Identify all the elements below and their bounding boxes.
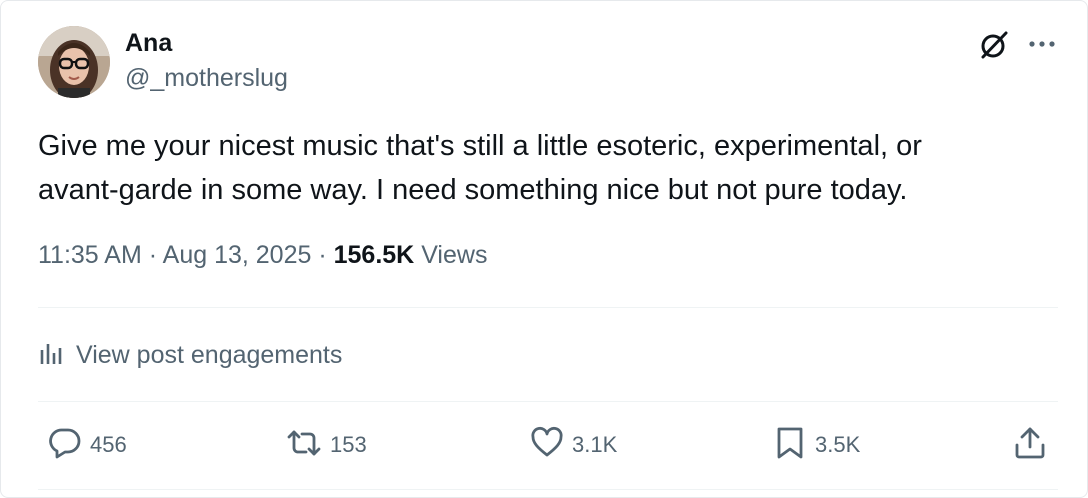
view-engagements-label: View post engagements xyxy=(76,340,343,369)
like-count: 3.1K xyxy=(572,432,618,457)
post-card: Ana @_motherslug Give me your nicest mus… xyxy=(0,0,1088,498)
share-icon xyxy=(1013,425,1047,466)
share-button[interactable] xyxy=(1013,421,1047,469)
post-text: Give me your nicest music that's still a… xyxy=(38,130,922,206)
divider xyxy=(38,401,1058,402)
post-meta: 11:35 AM · Aug 13, 2025 · 156.5K Views xyxy=(38,241,487,270)
like-button[interactable]: 3.1K xyxy=(530,421,617,469)
analytics-icon xyxy=(38,340,64,371)
more-icon[interactable] xyxy=(1025,29,1059,59)
post-time[interactable]: 11:35 AM xyxy=(38,241,142,269)
action-bar: 456 153 3.1K 3.5K xyxy=(38,421,1058,469)
repost-icon xyxy=(286,426,322,465)
avatar[interactable] xyxy=(38,26,110,98)
post-date[interactable]: Aug 13, 2025 xyxy=(163,241,312,269)
views-label: Views xyxy=(421,241,488,269)
bookmark-button[interactable]: 3.5K xyxy=(773,421,860,469)
repost-count: 153 xyxy=(330,432,367,457)
author-display-name[interactable]: Ana xyxy=(125,29,172,58)
view-engagements-link[interactable]: View post engagements xyxy=(38,337,342,373)
meta-separator: · xyxy=(148,241,158,269)
divider xyxy=(38,307,1058,308)
grok-icon[interactable] xyxy=(976,27,1012,63)
reply-icon xyxy=(48,426,82,465)
repost-button[interactable]: 153 xyxy=(286,421,367,469)
author-handle[interactable]: @_motherslug xyxy=(125,64,288,93)
divider xyxy=(38,489,1058,490)
views-count: 156.5K xyxy=(333,241,415,269)
bookmark-count: 3.5K xyxy=(815,432,861,457)
bookmark-icon xyxy=(773,425,807,466)
reply-count: 456 xyxy=(90,432,127,457)
reply-button[interactable]: 456 xyxy=(48,421,127,469)
heart-icon xyxy=(530,426,564,465)
meta-separator: · xyxy=(318,241,327,269)
